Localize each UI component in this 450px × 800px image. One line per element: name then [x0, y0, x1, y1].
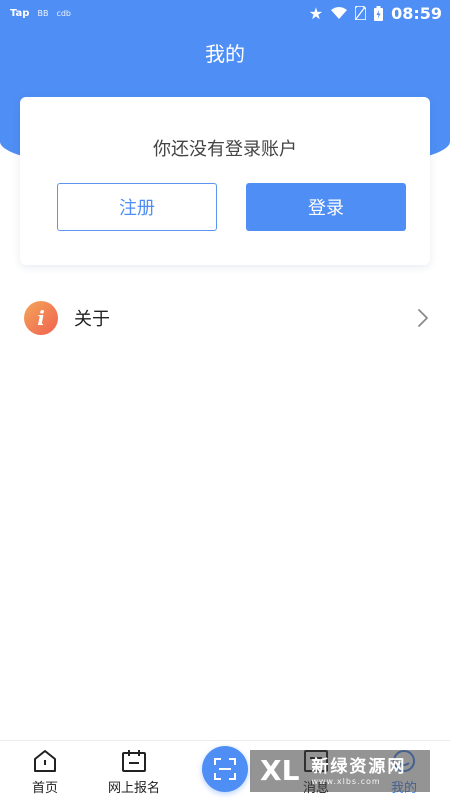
- watermark-overlay: XL 新绿资源网 www.xlbs.com: [250, 750, 430, 792]
- scan-icon: [214, 758, 236, 780]
- nav-online-signup[interactable]: 网上报名: [102, 749, 166, 796]
- login-prompt: 你还没有登录账户: [153, 139, 297, 160]
- nav-online-signup-label: 网上报名: [107, 781, 160, 796]
- login-button[interactable]: 登录: [246, 183, 406, 231]
- watermark-text: 新绿资源网 www.xlbs.com: [311, 757, 406, 786]
- scan-button[interactable]: [202, 746, 248, 792]
- status-notification-icon: BB: [37, 8, 49, 18]
- menu-item-label: 关于: [74, 309, 110, 330]
- info-icon: i: [24, 301, 58, 335]
- status-notification-text: cdb: [56, 8, 71, 18]
- nav-home-label: 首页: [31, 781, 58, 796]
- menu-item-about[interactable]: i 关于: [0, 290, 450, 346]
- status-time: 08:59: [391, 3, 442, 23]
- calendar-icon: [122, 750, 146, 772]
- star-icon: ★: [308, 3, 324, 23]
- register-button[interactable]: 注册: [57, 183, 217, 231]
- wifi-icon: [331, 7, 348, 19]
- page-title: 我的: [205, 42, 245, 66]
- status-left-icons: Tap BB cdb: [10, 8, 71, 19]
- nav-home[interactable]: 首页: [25, 749, 65, 796]
- sim-icon: [355, 6, 367, 20]
- watermark-url: www.xlbs.com: [311, 776, 381, 786]
- watermark-site-name: 新绿资源网: [311, 756, 407, 777]
- watermark-logo: XL: [260, 754, 300, 787]
- status-right-icons: ★ 08:59: [309, 4, 442, 23]
- login-card: 你还没有登录账户 注册 登录: [20, 97, 430, 265]
- chevron-right-icon: [418, 309, 428, 327]
- status-bar: Tap BB cdb ★ 08:59: [0, 0, 450, 26]
- battery-icon: [374, 5, 384, 21]
- status-app-label: Tap: [10, 7, 30, 19]
- home-icon: [34, 750, 56, 772]
